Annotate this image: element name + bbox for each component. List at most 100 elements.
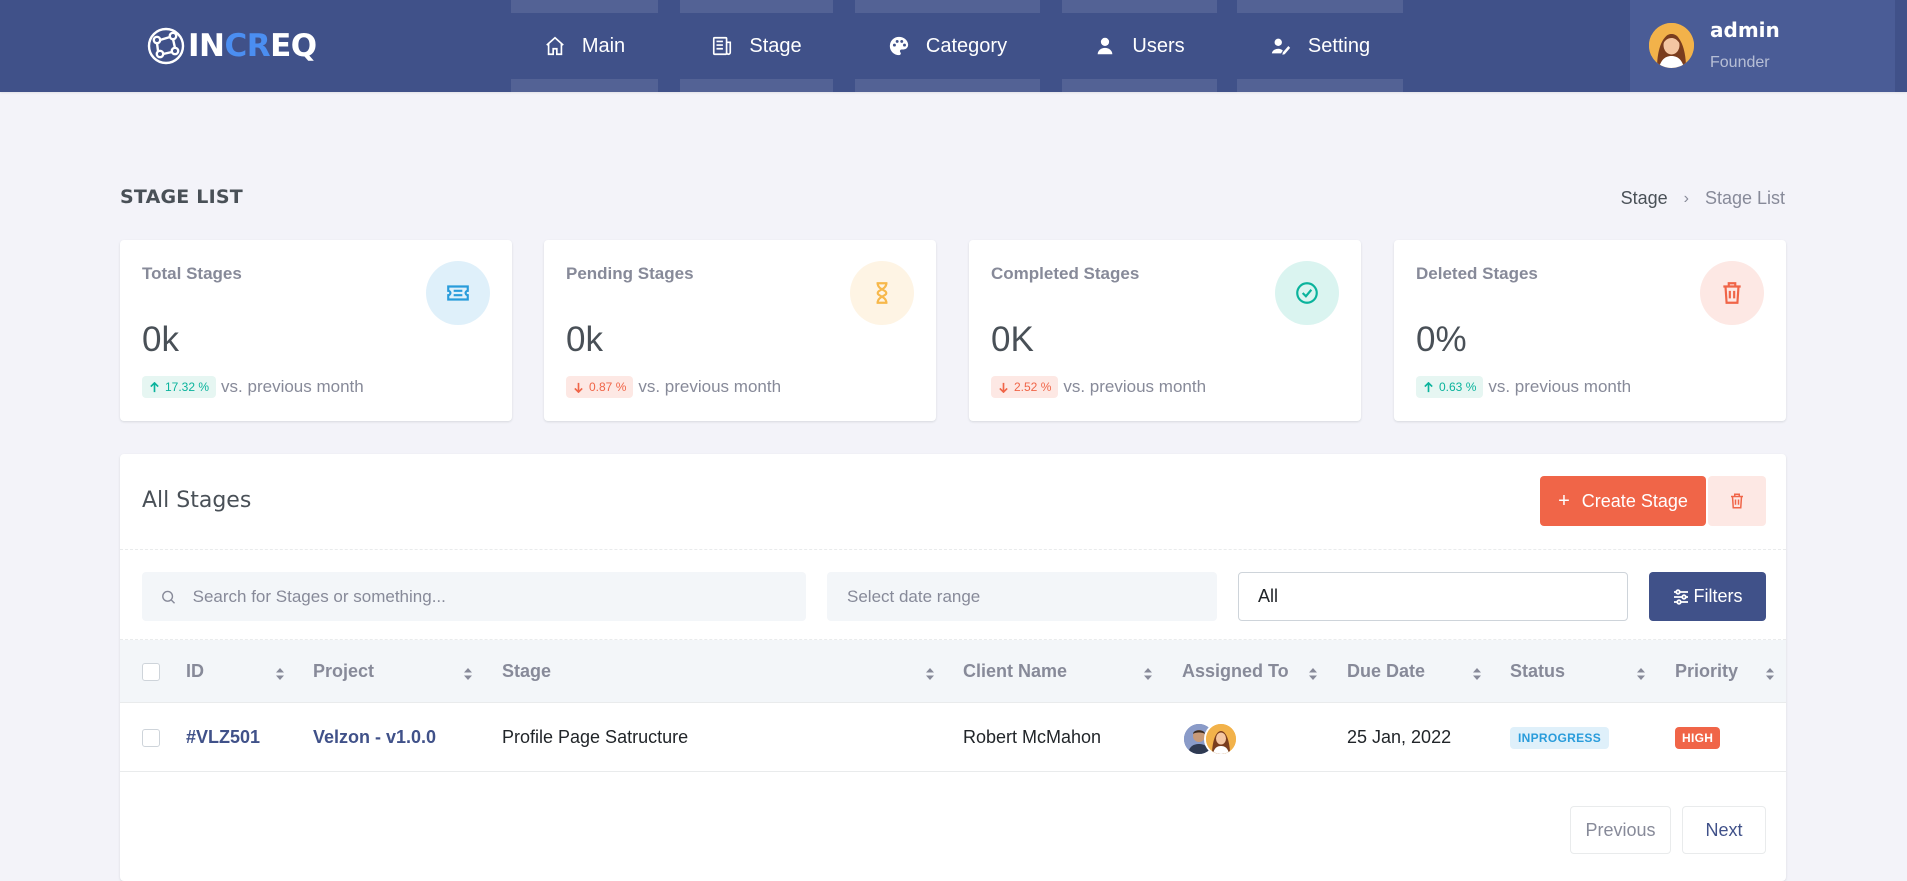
date-range-picker[interactable]	[827, 572, 1217, 621]
sort-icon[interactable]	[463, 666, 473, 682]
sort-icon[interactable]	[1472, 666, 1482, 682]
stat-suffix: vs. previous month	[221, 377, 364, 396]
column-header-project[interactable]: Project	[313, 640, 374, 703]
stat-label: Total Stages	[142, 264, 242, 283]
breadcrumb-stage-list: Stage List	[1704, 188, 1785, 208]
logo-network-icon	[147, 27, 185, 65]
sliders-icon	[1673, 588, 1688, 605]
trend-badge: 0.87 %	[566, 376, 634, 398]
nav-stage[interactable]: Stage	[680, 0, 833, 92]
app-logo[interactable]: INCREQ	[146, 24, 317, 68]
sort-icon[interactable]	[925, 666, 935, 682]
project-link[interactable]: Velzon - v1.0.0	[313, 703, 436, 772]
plus-icon: +	[1558, 489, 1570, 512]
filter-bar: All Filters	[120, 550, 1786, 640]
nav-category-label: Category	[925, 34, 1008, 57]
sort-icon[interactable]	[275, 666, 285, 682]
previous-page-button[interactable]: Previous	[1570, 806, 1671, 854]
stat-suffix: vs. previous month	[1488, 377, 1632, 396]
row-checkbox[interactable]	[142, 729, 160, 747]
page-title: STAGE LIST	[120, 186, 243, 208]
search-input[interactable]	[192, 586, 806, 607]
stat-label: Completed Stages	[991, 264, 1140, 283]
user-avatar	[1649, 23, 1694, 68]
nav-setting[interactable]: Setting	[1237, 0, 1403, 92]
breadcrumb: Stage › Stage List	[1621, 188, 1785, 209]
table-header: ID Project Stage Client Name Assigned To…	[120, 640, 1786, 703]
stat-suffix: vs. previous month	[638, 377, 782, 396]
logo-text: INCREQ	[188, 28, 317, 64]
nav-stage-label: Stage	[749, 34, 802, 57]
stat-footer: 2.52 % vs. previous month	[991, 376, 1206, 398]
arrow-up-icon	[1424, 381, 1433, 392]
column-header-id[interactable]: ID	[186, 640, 204, 703]
column-header-assigned[interactable]: Assigned To	[1182, 640, 1289, 703]
status-badge: INPROGRESS	[1510, 727, 1610, 749]
card-title: All Stages	[142, 488, 252, 513]
filters-button[interactable]: Filters	[1649, 572, 1766, 621]
next-page-button[interactable]: Next	[1682, 806, 1766, 854]
nav-main[interactable]: Main	[511, 0, 658, 92]
stat-card-pending: Pending Stages 0k 0.87 % vs. previous mo…	[544, 240, 936, 421]
create-stage-button[interactable]: + Create Stage	[1540, 476, 1706, 526]
client-name: Robert McMahon	[963, 727, 1102, 747]
sort-icon[interactable]	[1308, 666, 1318, 682]
sort-icon[interactable]	[1143, 666, 1153, 682]
topbar: INCREQ Main Stage Category Users Setting	[0, 0, 1907, 92]
stat-footer: 0.63 % vs. previous month	[1416, 376, 1631, 398]
column-header-priority[interactable]: Priority	[1675, 640, 1738, 703]
user-role: Founder	[1710, 54, 1770, 71]
assignee-avatar[interactable]	[1204, 722, 1238, 756]
column-header-client[interactable]: Client Name	[963, 640, 1067, 703]
filters-label: Filters	[1693, 586, 1743, 606]
breadcrumb-stage[interactable]: Stage	[1621, 188, 1668, 209]
arrow-down-icon	[574, 382, 583, 393]
arrow-up-icon	[150, 381, 159, 392]
select-all-checkbox[interactable]	[142, 663, 160, 681]
stat-card-deleted: Deleted Stages 0% 0.63 % vs. previous mo…	[1394, 240, 1786, 421]
stat-label: Deleted Stages	[1416, 264, 1538, 283]
hourglass-icon	[850, 261, 914, 325]
column-header-status[interactable]: Status	[1510, 640, 1565, 703]
card-header: All Stages + Create Stage	[120, 454, 1786, 550]
stat-card-total: Total Stages 0k 17.32 % vs. previous mon…	[120, 240, 512, 421]
stat-footer: 17.32 % vs. previous month	[142, 376, 364, 398]
column-header-due-date[interactable]: Due Date	[1347, 640, 1425, 703]
stages-card: All Stages + Create Stage All Filters ID…	[120, 454, 1786, 881]
newspaper-icon	[711, 35, 733, 57]
trend-badge: 17.32 %	[142, 376, 217, 398]
search-box[interactable]	[142, 572, 806, 621]
due-date: 25 Jan, 2022	[1347, 727, 1452, 747]
stat-footer: 0.87 % vs. previous month	[566, 376, 781, 398]
check-circle-icon	[1275, 261, 1339, 325]
nav-category[interactable]: Category	[855, 0, 1040, 92]
nav-users-label: Users	[1132, 34, 1185, 57]
status-select[interactable]: All	[1238, 572, 1628, 621]
create-stage-label: Create Stage	[1581, 490, 1688, 511]
ticket-icon	[426, 261, 490, 325]
priority-badge: HIGH	[1675, 727, 1721, 749]
stat-value: 0k	[566, 320, 603, 359]
user-icon	[1094, 35, 1116, 57]
stat-value: 0K	[991, 320, 1034, 359]
table-row[interactable]: #VLZ501 Velzon - v1.0.0 Profile Page Sat…	[120, 703, 1786, 772]
sort-icon[interactable]	[1636, 666, 1646, 682]
stat-value: 0k	[142, 320, 179, 359]
trend-badge: 2.52 %	[991, 376, 1059, 398]
stage-id-link[interactable]: #VLZ501	[186, 703, 260, 772]
nav-users[interactable]: Users	[1062, 0, 1217, 92]
stat-value: 0%	[1416, 320, 1467, 359]
search-icon	[162, 590, 176, 604]
stat-suffix: vs. previous month	[1063, 377, 1207, 396]
delete-selected-button[interactable]	[1708, 476, 1766, 526]
column-header-stage[interactable]: Stage	[502, 640, 551, 703]
user-name: admin	[1710, 18, 1780, 42]
trash-icon	[1700, 261, 1764, 325]
user-profile-menu[interactable]: admin Founder	[1630, 0, 1895, 92]
chevron-right-icon: ›	[1683, 189, 1689, 207]
stat-label: Pending Stages	[566, 264, 694, 283]
date-range-input[interactable]	[847, 586, 1217, 607]
sort-icon[interactable]	[1765, 666, 1775, 682]
trend-badge: 0.63 %	[1416, 376, 1484, 398]
arrow-down-icon	[999, 382, 1008, 393]
